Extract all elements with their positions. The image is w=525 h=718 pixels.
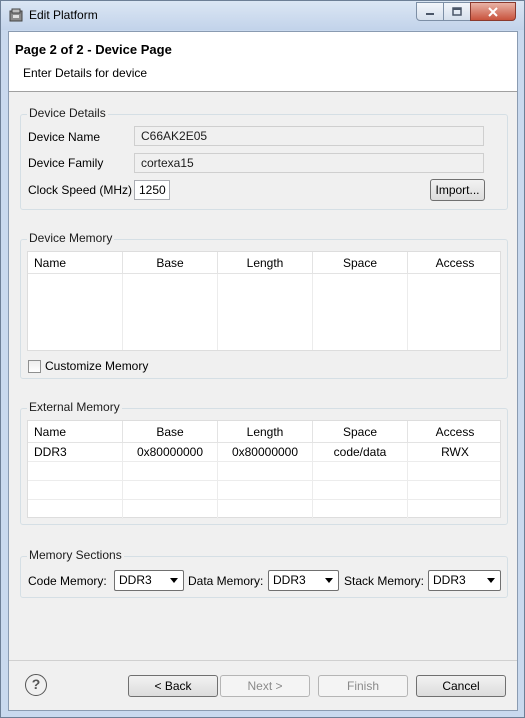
table-row[interactable]: DDR3 0x80000000 0x80000000 code/data RWX <box>28 443 500 462</box>
code-memory-value: DDR3 <box>119 573 152 587</box>
column-header[interactable]: Length <box>218 421 313 443</box>
chevron-down-icon <box>170 578 178 583</box>
external-memory-label: External Memory <box>27 400 122 414</box>
minimize-button[interactable] <box>416 2 444 21</box>
cancel-button[interactable]: Cancel <box>416 675 506 697</box>
finish-button[interactable]: Finish <box>318 675 408 697</box>
device-memory-table[interactable]: Name Base Length Space Access <box>27 251 501 351</box>
column-header[interactable]: Space <box>313 252 408 274</box>
data-memory-select[interactable]: DDR3 <box>268 570 339 591</box>
device-memory-label: Device Memory <box>27 231 115 245</box>
customize-memory-label[interactable]: Customize Memory <box>45 359 148 373</box>
cell-length: 0x80000000 <box>218 443 313 461</box>
code-memory-select[interactable]: DDR3 <box>114 570 184 591</box>
table-row-empty <box>28 462 500 481</box>
maximize-icon <box>452 7 462 16</box>
column-header[interactable]: Access <box>408 252 502 274</box>
page-title: Page 2 of 2 - Device Page <box>15 42 172 57</box>
import-button[interactable]: Import... <box>430 179 485 201</box>
external-memory-group: External Memory Name Base Length Space A… <box>20 400 508 525</box>
table-row-empty <box>28 500 500 519</box>
column-header[interactable]: Base <box>123 421 218 443</box>
code-memory-label: Code Memory: <box>28 574 107 588</box>
stack-memory-select[interactable]: DDR3 <box>428 570 501 591</box>
table-header: Name Base Length Space Access <box>28 421 500 443</box>
cell-access: RWX <box>441 445 469 459</box>
clock-speed-label: Clock Speed (MHz) <box>28 183 133 197</box>
page-subtitle: Enter Details for device <box>23 66 148 80</box>
device-details-group: Device Details Device Name C66AK2E05 Dev… <box>20 106 508 210</box>
chevron-down-icon <box>487 578 495 583</box>
stack-memory-label: Stack Memory: <box>344 574 425 588</box>
chevron-down-icon <box>325 578 333 583</box>
device-memory-group: Device Memory Name Base Length Space Acc… <box>20 231 508 379</box>
help-icon[interactable]: ? <box>25 674 47 696</box>
app-icon <box>9 8 23 22</box>
edit-platform-window: Edit Platform Page 2 of 2 - Device Page … <box>0 0 525 718</box>
column-header[interactable]: Length <box>218 252 313 274</box>
window-title: Edit Platform <box>29 8 98 22</box>
cell-name: DDR3 <box>28 443 123 461</box>
external-memory-table[interactable]: Name Base Length Space Access DDR3 0x800… <box>27 420 501 519</box>
stack-memory-value: DDR3 <box>433 573 466 587</box>
clock-speed-input[interactable]: 1250 <box>134 180 170 200</box>
device-name-field[interactable]: C66AK2E05 <box>134 126 484 146</box>
data-memory-label: Data Memory: <box>188 574 264 588</box>
cell-space: code/data <box>313 443 408 461</box>
cell-base: 0x80000000 <box>123 443 218 461</box>
device-family-field[interactable]: cortexa15 <box>134 153 484 173</box>
column-header[interactable]: Space <box>313 421 408 443</box>
device-name-label: Device Name <box>28 130 101 144</box>
memory-sections-label: Memory Sections <box>27 548 124 562</box>
wizard-banner: Page 2 of 2 - Device Page Enter Details … <box>9 32 517 92</box>
title-bar[interactable]: Edit Platform <box>1 1 524 30</box>
close-button[interactable] <box>470 2 516 21</box>
device-details-label: Device Details <box>27 106 108 120</box>
column-header[interactable]: Name <box>28 252 123 274</box>
column-header[interactable]: Access <box>408 421 502 443</box>
minimize-icon <box>426 12 434 15</box>
maximize-button[interactable] <box>443 2 471 21</box>
dialog-body: Page 2 of 2 - Device Page Enter Details … <box>8 31 518 711</box>
close-icon <box>488 6 498 17</box>
table-row-empty <box>28 481 500 500</box>
table-header: Name Base Length Space Access <box>28 252 500 274</box>
device-family-label: Device Family <box>28 156 104 170</box>
data-memory-value: DDR3 <box>273 573 306 587</box>
customize-memory-checkbox[interactable] <box>28 360 41 373</box>
next-button[interactable]: Next > <box>220 675 310 697</box>
footer-separator <box>9 660 517 661</box>
table-body <box>28 274 500 350</box>
memory-sections-group: Memory Sections Code Memory: DDR3 Data M… <box>20 548 508 598</box>
column-header[interactable]: Name <box>28 421 123 443</box>
back-button[interactable]: < Back <box>128 675 218 697</box>
column-header[interactable]: Base <box>123 252 218 274</box>
